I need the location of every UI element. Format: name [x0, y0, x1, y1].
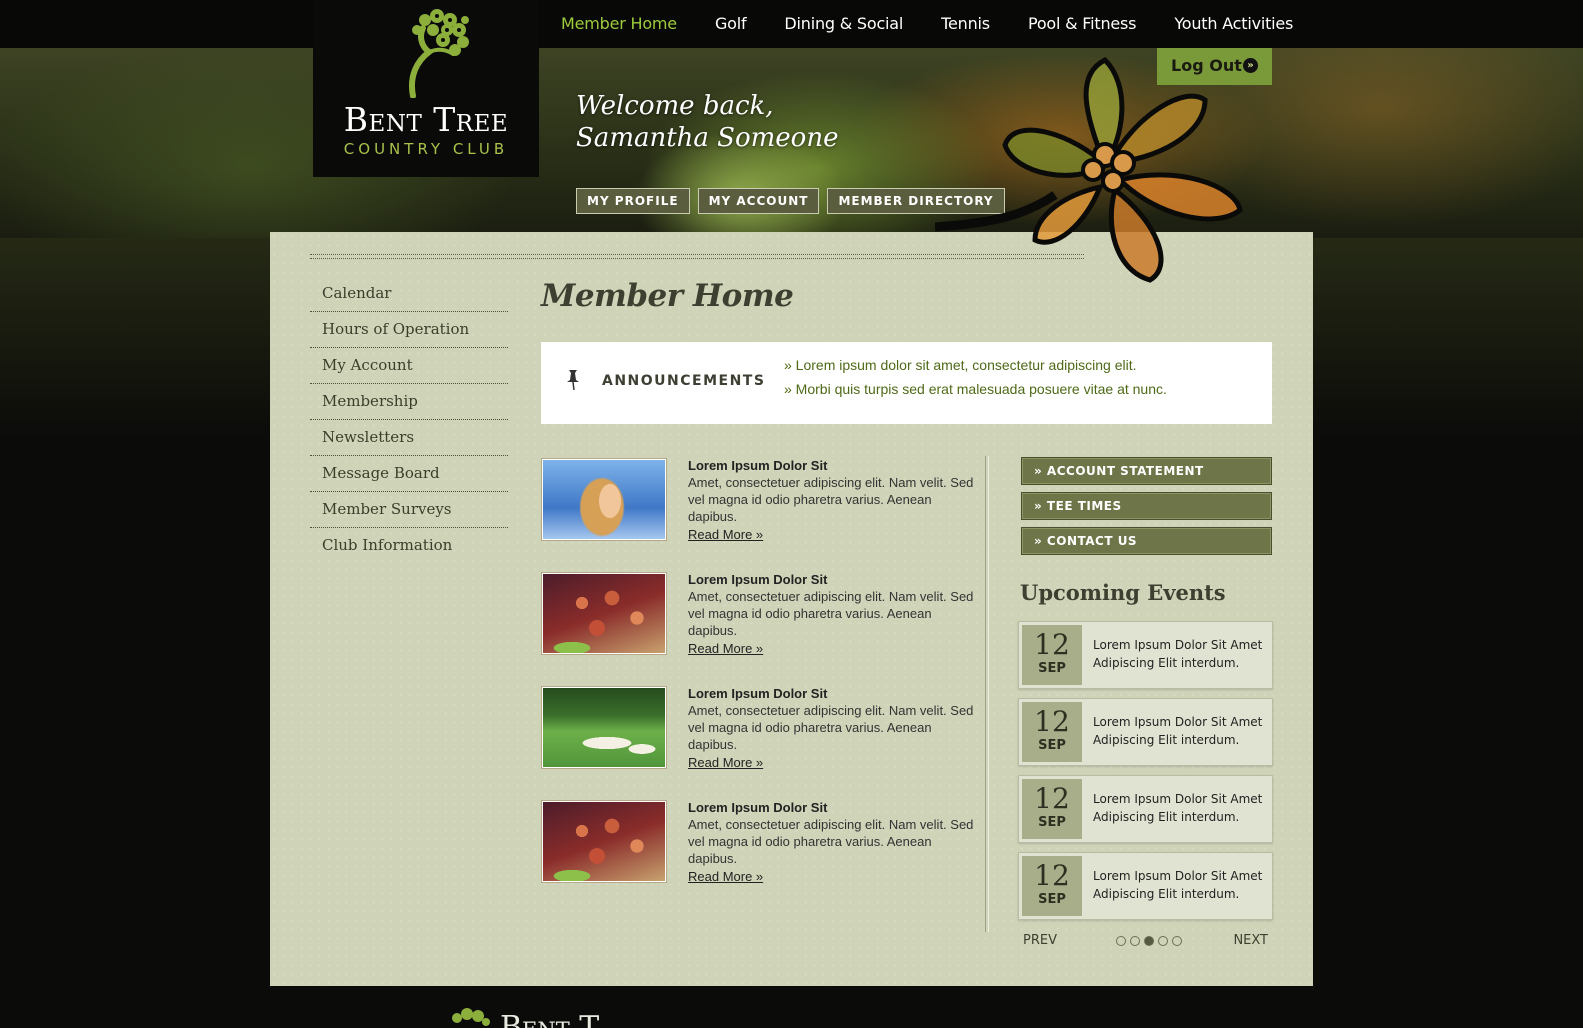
event-month: SEP — [1038, 661, 1066, 676]
events-list: 12 SEP Lorem Ipsum Dolor Sit Amet Adipis… — [1018, 621, 1273, 929]
welcome-message: Welcome back, Samantha Someone — [576, 90, 838, 154]
news-body: Amet, consectetuer adipiscing elit. Nam … — [688, 589, 974, 638]
sidebar-item-calendar[interactable]: Calendar — [310, 276, 508, 312]
read-more-link[interactable]: Read More » — [688, 525, 763, 544]
my-account-button[interactable]: MY ACCOUNT — [697, 188, 820, 214]
tee-times-button[interactable]: » TEE TIMES — [1021, 492, 1272, 520]
tree-icon — [409, 9, 469, 98]
news-title: Lorem Ipsum Dolor Sit — [688, 686, 828, 701]
pager-dot-1[interactable] — [1116, 936, 1126, 946]
news-list: Lorem Ipsum Dolor Sit Amet, consectetuer… — [541, 458, 973, 914]
event-month: SEP — [1038, 892, 1066, 907]
event-description: Lorem Ipsum Dolor Sit Amet Adipiscing El… — [1093, 715, 1263, 747]
event-date-badge: 12 SEP — [1022, 779, 1082, 839]
read-more-link[interactable]: Read More » — [688, 753, 763, 772]
announcement-item[interactable]: » Morbi quis turpis sed erat malesuada p… — [784, 381, 1167, 397]
pager-dot-3[interactable] — [1144, 936, 1154, 946]
event-description: Lorem Ipsum Dolor Sit Amet Adipiscing El… — [1093, 638, 1263, 670]
nav-tennis[interactable]: Tennis — [941, 14, 990, 33]
sidebar-item-member-surveys[interactable]: Member Surveys — [310, 492, 508, 528]
sidebar-item-newsletters[interactable]: Newsletters — [310, 420, 508, 456]
event-month: SEP — [1038, 815, 1066, 830]
club-logo[interactable]: Bent Tree COUNTRY CLUB — [313, 0, 539, 177]
news-body: Amet, consectetuer adipiscing elit. Nam … — [688, 475, 974, 524]
food-photo[interactable] — [541, 572, 667, 655]
nav-golf[interactable]: Golf — [715, 14, 747, 33]
announcement-item[interactable]: » Lorem ipsum dolor sit amet, consectetu… — [784, 357, 1167, 373]
news-body: Amet, consectetuer adipiscing elit. Nam … — [688, 703, 974, 752]
event-date-badge: 12 SEP — [1022, 856, 1082, 916]
event-card[interactable]: 12 SEP Lorem Ipsum Dolor Sit Amet Adipis… — [1018, 775, 1273, 843]
event-date-badge: 12 SEP — [1022, 625, 1082, 685]
next-button[interactable]: NEXT — [1233, 933, 1268, 948]
food-photo[interactable] — [541, 800, 667, 883]
news-title: Lorem Ipsum Dolor Sit — [688, 572, 828, 587]
sidebar-item-message-board[interactable]: Message Board — [310, 456, 508, 492]
announcements-list: » Lorem ipsum dolor sit amet, consectetu… — [784, 357, 1167, 405]
sidebar-menu: Calendar Hours of Operation My Account M… — [310, 276, 508, 564]
nav-youth-activities[interactable]: Youth Activities — [1174, 14, 1293, 33]
tree-icon — [452, 1008, 490, 1026]
nav-pool-fitness[interactable]: Pool & Fitness — [1028, 14, 1137, 33]
news-item: Lorem Ipsum Dolor Sit Amet, consectetuer… — [541, 572, 973, 686]
event-day: 12 — [1034, 859, 1070, 892]
events-pager: PREV NEXT — [1023, 933, 1271, 949]
announcements-heading: ANNOUNCEMENTS — [602, 373, 766, 389]
news-title: Lorem Ipsum Dolor Sit — [688, 458, 828, 473]
pager-dot-4[interactable] — [1158, 936, 1168, 946]
main-nav: Member Home Golf Dining & Social Tennis … — [561, 14, 1331, 33]
event-date-badge: 12 SEP — [1022, 702, 1082, 762]
pager-dots — [1116, 936, 1186, 946]
event-day: 12 — [1034, 782, 1070, 815]
club-name: Bent Tree — [343, 100, 509, 139]
news-title: Lorem Ipsum Dolor Sit — [688, 800, 828, 815]
contact-us-button[interactable]: » CONTACT US — [1021, 527, 1272, 555]
news-item: Lorem Ipsum Dolor Sit Amet, consectetuer… — [541, 458, 973, 572]
event-day: 12 — [1034, 705, 1070, 738]
footer-club-name: Bent T — [500, 1010, 600, 1028]
event-month: SEP — [1038, 738, 1066, 753]
sidebar-item-hours-of-operation[interactable]: Hours of Operation — [310, 312, 508, 348]
news-body: Amet, consectetuer adipiscing elit. Nam … — [688, 817, 974, 866]
pager-dot-5[interactable] — [1172, 936, 1182, 946]
pager-dot-2[interactable] — [1130, 936, 1140, 946]
welcome-line-1: Welcome back, — [576, 91, 774, 121]
nav-member-home[interactable]: Member Home — [561, 14, 677, 33]
event-card[interactable]: 12 SEP Lorem Ipsum Dolor Sit Amet Adipis… — [1018, 852, 1273, 920]
quick-links: » ACCOUNT STATEMENT » TEE TIMES » CONTAC… — [1021, 457, 1272, 562]
news-item: Lorem Ipsum Dolor Sit Amet, consectetuer… — [541, 800, 973, 914]
flower-ornament-icon — [935, 56, 1243, 283]
page-title: Member Home — [541, 278, 794, 314]
account-statement-button[interactable]: » ACCOUNT STATEMENT — [1021, 457, 1272, 485]
read-more-link[interactable]: Read More » — [688, 639, 763, 658]
announcements-box: ANNOUNCEMENTS » Lorem ipsum dolor sit am… — [541, 342, 1272, 424]
nav-dining-social[interactable]: Dining & Social — [784, 14, 903, 33]
prev-button[interactable]: PREV — [1023, 933, 1057, 948]
sidebar-item-club-information[interactable]: Club Information — [310, 528, 508, 564]
read-more-link[interactable]: Read More » — [688, 867, 763, 886]
girl-photo[interactable] — [541, 458, 667, 541]
event-card[interactable]: 12 SEP Lorem Ipsum Dolor Sit Amet Adipis… — [1018, 698, 1273, 766]
sidebar-item-my-account[interactable]: My Account — [310, 348, 508, 384]
column-divider — [985, 456, 989, 932]
news-item: Lorem Ipsum Dolor Sit Amet, consectetuer… — [541, 686, 973, 800]
sidebar-item-membership[interactable]: Membership — [310, 384, 508, 420]
my-profile-button[interactable]: MY PROFILE — [576, 188, 690, 214]
golf-course-photo[interactable] — [541, 686, 667, 769]
event-description: Lorem Ipsum Dolor Sit Amet Adipiscing El… — [1093, 792, 1263, 824]
event-day: 12 — [1034, 628, 1070, 661]
upcoming-events-heading: Upcoming Events — [1020, 580, 1226, 605]
club-subtitle: COUNTRY CLUB — [343, 140, 509, 158]
pushpin-icon — [567, 370, 579, 391]
event-description: Lorem Ipsum Dolor Sit Amet Adipiscing El… — [1093, 869, 1263, 901]
welcome-user-name: Samantha Someone — [576, 123, 839, 153]
event-card[interactable]: 12 SEP Lorem Ipsum Dolor Sit Amet Adipis… — [1018, 621, 1273, 689]
